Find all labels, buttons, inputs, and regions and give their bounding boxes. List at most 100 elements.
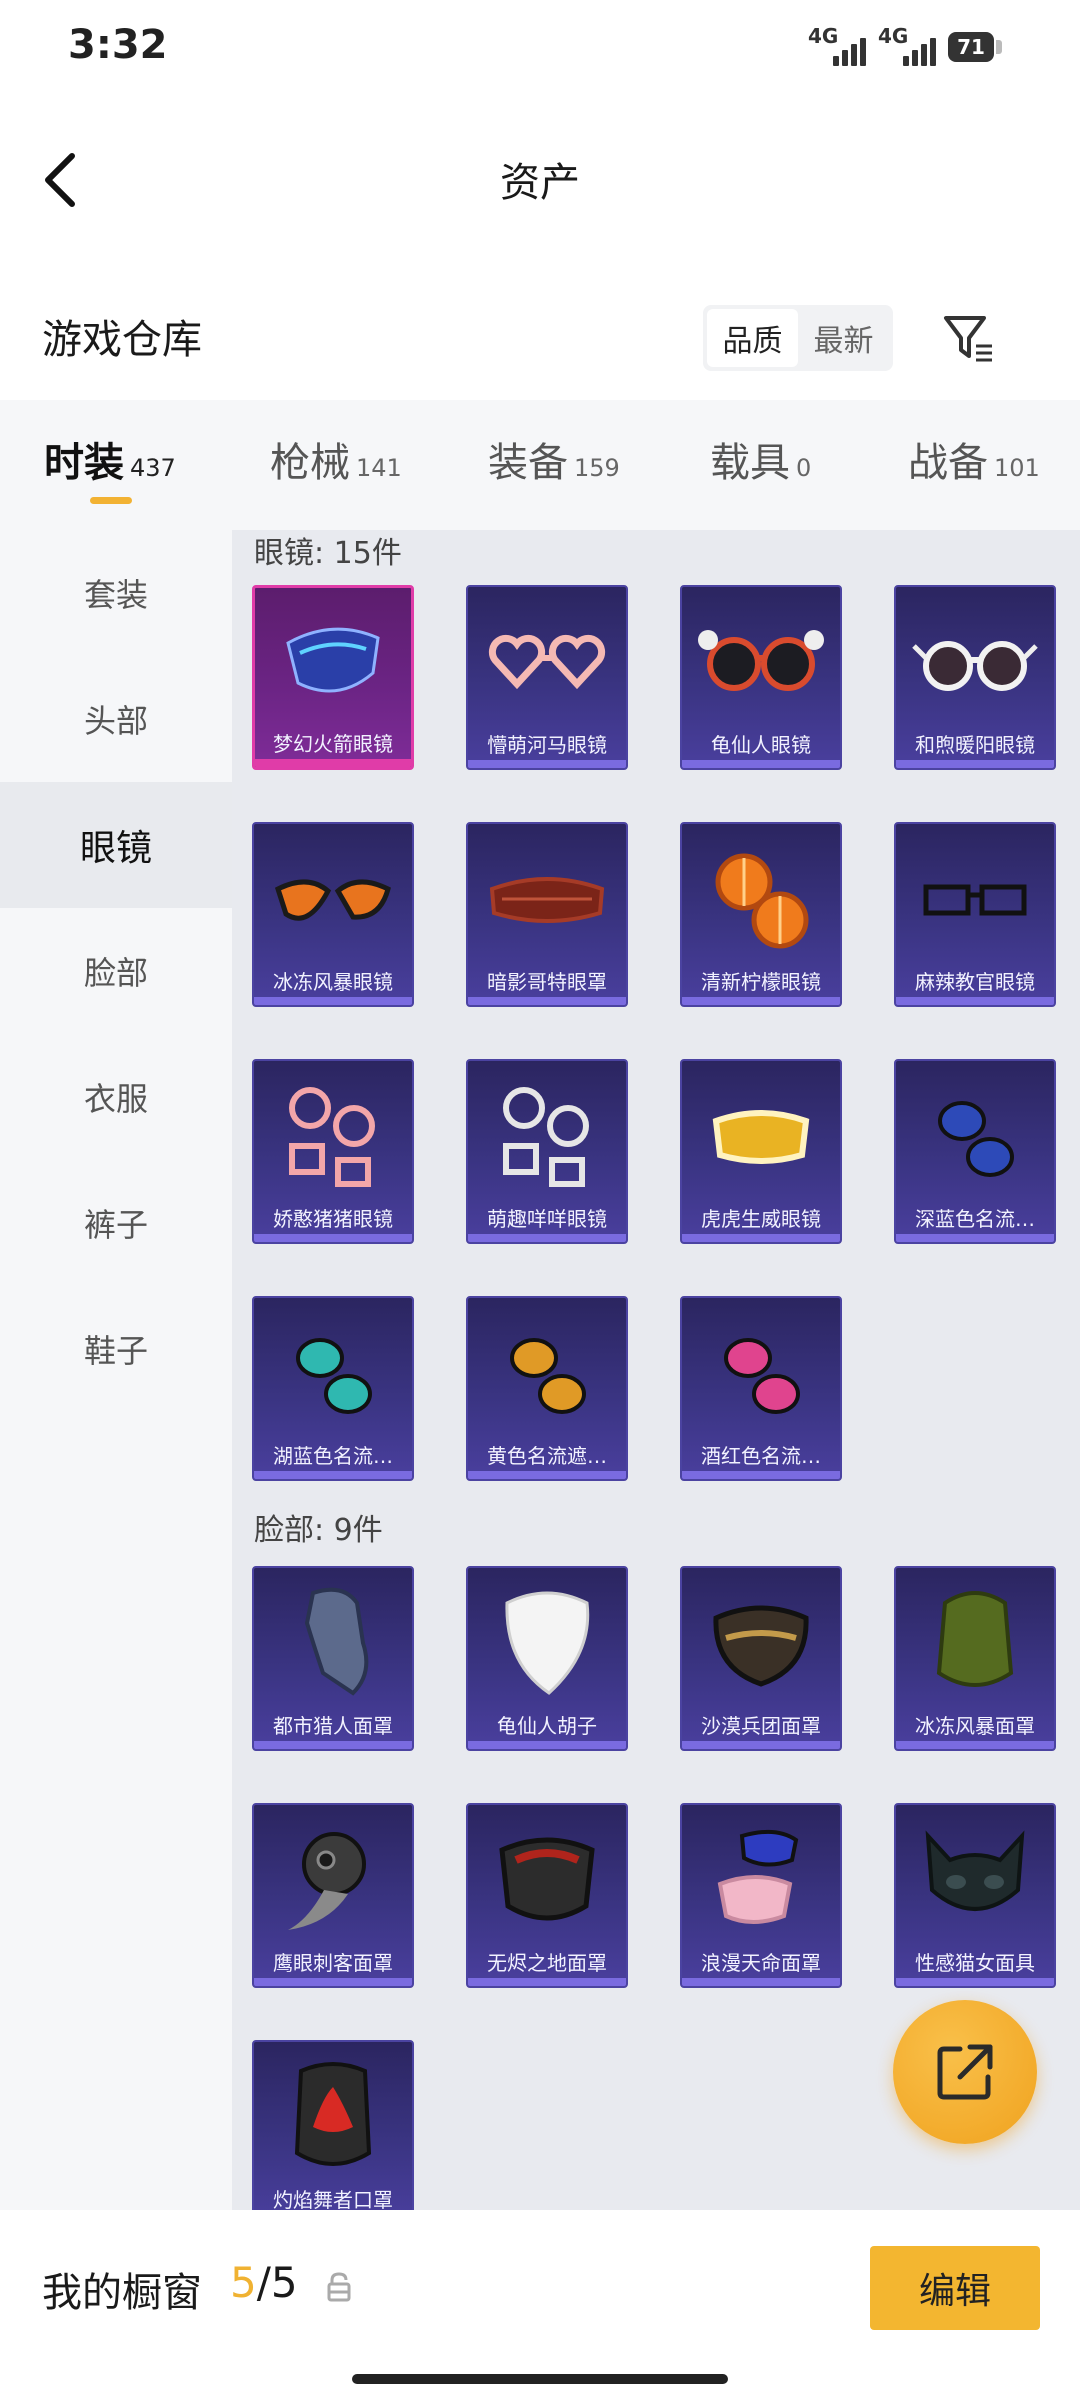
flame-gaiter-icon [254,2042,412,2192]
tab-combat-gear[interactable]: 战备 101 [908,430,1040,488]
item-card[interactable]: 深蓝色名流… [894,1059,1056,1244]
tab-vehicles[interactable]: 载具 0 [710,430,811,488]
sort-quality-option[interactable]: 品质 [707,309,798,367]
item-card[interactable]: 无烬之地面罩 [466,1803,628,1988]
item-name: 浪漫天命面罩 [701,1951,821,1975]
item-name: 黄色名流遮… [487,1444,607,1468]
sidebar-item-shoes[interactable]: 鞋子 [0,1286,232,1412]
item-card[interactable]: 灼焰舞者口罩 [252,2040,414,2210]
status-bar: 3:32 4G 4G 71 [0,0,1080,100]
plague-mask-icon [254,1805,412,1955]
tab-count: 159 [574,454,620,482]
item-card[interactable]: 虎虎生威眼镜 [680,1059,842,1244]
item-name: 无烬之地面罩 [487,1951,607,1975]
sidebar: 套装 头部 眼镜 脸部 衣服 裤子 鞋子 [0,530,232,2210]
external-link-icon [937,2044,993,2100]
showcase-current: 5 [230,2258,257,2307]
sort-newest-option[interactable]: 最新 [798,309,889,367]
tab-equipment[interactable]: 装备 159 [488,430,620,488]
filter-button[interactable] [935,305,1001,371]
item-card[interactable]: 酒红色名流… [680,1296,842,1481]
item-card[interactable]: 都市猎人面罩 [252,1566,414,1751]
tab-label: 时装 [44,440,124,486]
item-card[interactable]: 懵萌河马眼镜 [466,585,628,770]
sidebar-item-pants[interactable]: 裤子 [0,1160,232,1286]
item-name: 冰冻风暴眼镜 [273,970,393,994]
item-card[interactable]: 鹰眼刺客面罩 [252,1803,414,1988]
item-card[interactable]: 沙漠兵团面罩 [680,1566,842,1751]
item-card[interactable]: 麻辣教官眼镜 [894,822,1056,1007]
tab-label: 枪械 [270,440,350,486]
item-name: 鹰眼刺客面罩 [273,1951,393,1975]
item-name: 懵萌河马眼镜 [487,733,607,757]
item-name: 清新柠檬眼镜 [701,970,821,994]
bandana-mask-icon [254,1568,412,1718]
item-card[interactable]: 清新柠檬眼镜 [680,822,842,1007]
item-name: 梦幻火箭眼镜 [273,732,393,756]
item-card[interactable]: 浪漫天命面罩 [680,1803,842,1988]
sidebar-item-clothes[interactable]: 衣服 [0,1034,232,1160]
respirator-icon [468,1805,626,1955]
sunglasses-icon [682,1298,840,1448]
sunglasses-icon [468,1298,626,1448]
item-card[interactable]: 湖蓝色名流… [252,1296,414,1481]
item-name: 深蓝色名流… [915,1207,1035,1231]
status-time: 3:32 [68,22,168,68]
cat-mask-icon [896,1805,1054,1955]
header: 资产 [0,120,1080,240]
ski-goggles-icon [682,1061,840,1211]
eye-mask-icon [468,824,626,974]
item-name: 性感猫女面具 [915,1951,1035,1975]
tab-fashion[interactable]: 时装 437 [44,430,176,488]
goggles-icon [254,824,412,974]
filter-icon [944,316,992,362]
neck-gaiter-icon [896,1568,1054,1718]
item-name: 冰冻风暴面罩 [915,1714,1035,1738]
item-name: 萌趣咩咩眼镜 [487,1207,607,1231]
tab-label: 装备 [488,440,568,486]
tab-count: 141 [356,454,402,482]
sunglasses-icon [896,587,1054,737]
sidebar-item-head[interactable]: 头部 [0,656,232,782]
tab-label: 战备 [908,440,988,486]
item-card[interactable]: 萌趣咩咩眼镜 [466,1059,628,1244]
active-tab-indicator [90,497,132,504]
item-name: 酒红色名流… [701,1444,821,1468]
sidebar-item-face[interactable]: 脸部 [0,908,232,1034]
item-card[interactable]: 龟仙人眼镜 [680,585,842,770]
item-card[interactable]: 和煦暖阳眼镜 [894,585,1056,770]
item-card[interactable]: 梦幻火箭眼镜 [252,585,414,770]
item-card[interactable]: 冰冻风暴面罩 [894,1566,1056,1751]
item-card[interactable]: 娇憨猪猪眼镜 [252,1059,414,1244]
item-card[interactable]: 黄色名流遮… [466,1296,628,1481]
item-grid: 眼镜: 15件 梦幻火箭眼镜 懵萌河马眼镜 龟仙人眼镜 和煦暖阳眼镜 冰冻风暴眼 [232,530,1080,2210]
tab-count: 437 [130,454,176,482]
beard-icon [468,1568,626,1718]
item-name: 娇憨猪猪眼镜 [273,1207,393,1231]
sunglasses-icon [254,1298,412,1448]
item-name: 和煦暖阳眼镜 [915,733,1035,757]
lemon-glasses-icon [682,824,840,974]
item-name: 湖蓝色名流… [273,1444,393,1468]
sidebar-item-suits[interactable]: 套装 [0,530,232,656]
item-card[interactable]: 性感猫女面具 [894,1803,1056,1988]
sunglasses-icon [896,1061,1054,1211]
face-mask-icon [682,1805,840,1955]
rect-glasses-icon [896,824,1054,974]
section-title: 眼镜: 15件 [254,536,402,571]
item-card[interactable]: 冰冻风暴眼镜 [252,822,414,1007]
item-card[interactable]: 龟仙人胡子 [466,1566,628,1751]
warehouse-row: 游戏仓库 品质 最新 [0,285,1080,395]
signal-icon: 4G [878,24,936,68]
item-name: 沙漠兵团面罩 [701,1714,821,1738]
item-card[interactable]: 暗影哥特眼罩 [466,822,628,1007]
share-button[interactable] [893,2000,1037,2144]
showcase-total: /5 [256,2258,298,2307]
item-name: 虎虎生威眼镜 [701,1207,821,1231]
item-name: 麻辣教官眼镜 [915,970,1035,994]
home-indicator[interactable] [352,2374,728,2384]
tab-firearms[interactable]: 枪械 141 [270,430,402,488]
round-glasses-icon [254,1061,412,1211]
sidebar-item-glasses[interactable]: 眼镜 [0,782,232,908]
edit-button[interactable]: 编辑 [870,2246,1040,2330]
